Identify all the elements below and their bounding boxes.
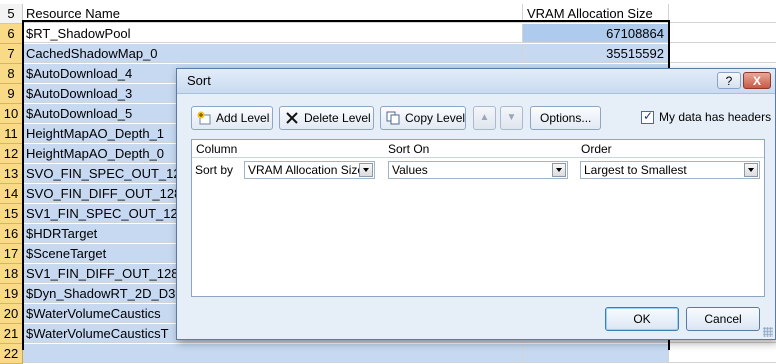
row-number[interactable]: 21 xyxy=(0,324,23,344)
options-button[interactable]: Options... xyxy=(530,106,602,130)
header-row: 5 Resource Name VRAM Allocation Size xyxy=(0,4,776,24)
sort-dialog: Sort ? X Add Level Delete Level Copy Lev… xyxy=(176,68,776,340)
column-header: Column xyxy=(196,142,238,156)
row-number[interactable]: 20 xyxy=(0,304,23,324)
copy-icon xyxy=(386,111,400,125)
row-number[interactable]: 15 xyxy=(0,204,23,224)
order-header: Order xyxy=(581,142,612,156)
empty-cell[interactable] xyxy=(669,4,776,23)
row-number[interactable]: 5 xyxy=(0,4,23,24)
sort-by-label: Sort by xyxy=(195,163,234,177)
table-row: 7 CachedShadowMap_0 35515592 xyxy=(0,44,776,64)
sort-on-select[interactable]: Values xyxy=(388,161,568,179)
column-select[interactable]: VRAM Allocation Size xyxy=(244,161,375,179)
empty-cell[interactable] xyxy=(669,44,776,63)
empty-cell[interactable] xyxy=(669,344,776,363)
row-number[interactable]: 7 xyxy=(0,44,23,64)
row-number[interactable]: 16 xyxy=(0,224,23,244)
row-number[interactable]: 10 xyxy=(0,104,23,124)
sort-level-row[interactable]: Sort by VRAM Allocation Size Values Larg… xyxy=(192,158,764,181)
dialog-title: Sort xyxy=(187,73,211,88)
row-number[interactable]: 17 xyxy=(0,244,23,264)
resource-name-cell[interactable]: $RT_ShadowPool xyxy=(23,24,523,43)
help-button[interactable]: ? xyxy=(717,72,741,89)
delete-level-label: Delete Level xyxy=(304,111,371,125)
column-select-value: VRAM Allocation Size xyxy=(248,163,365,177)
checkbox-label: My data has headers xyxy=(659,110,772,124)
row-number[interactable]: 13 xyxy=(0,164,23,184)
dialog-body: Add Level Delete Level Copy Level ▲ ▼ Op… xyxy=(177,94,775,339)
add-level-button[interactable]: Add Level xyxy=(191,106,273,130)
ok-button[interactable]: OK xyxy=(605,307,679,331)
sort-on-select-value: Values xyxy=(392,163,428,177)
move-down-icon[interactable]: ▼ xyxy=(500,106,523,130)
header-cell-resource-name[interactable]: Resource Name xyxy=(23,4,523,23)
chevron-down-icon[interactable] xyxy=(744,163,758,177)
row-number[interactable]: 9 xyxy=(0,84,23,104)
row-number[interactable]: 8 xyxy=(0,64,23,84)
add-level-label: Add Level xyxy=(216,111,270,125)
header-cell-vram-size[interactable]: VRAM Allocation Size xyxy=(523,4,669,23)
row-number[interactable]: 12 xyxy=(0,144,23,164)
cancel-button[interactable]: Cancel xyxy=(686,307,760,331)
row-number[interactable]: 14 xyxy=(0,184,23,204)
checkmark-icon: ✓ xyxy=(643,109,654,123)
resize-grip-icon[interactable] xyxy=(763,327,773,337)
checkbox-box[interactable]: ✓ xyxy=(641,109,654,124)
vram-size-cell[interactable]: 35515592 xyxy=(523,44,669,63)
table-row: 22 xyxy=(0,344,776,364)
move-up-icon[interactable]: ▲ xyxy=(473,106,496,130)
copy-level-button[interactable]: Copy Level xyxy=(380,106,466,130)
vram-size-cell[interactable]: 67108864 xyxy=(523,24,669,43)
row-number[interactable]: 11 xyxy=(0,124,23,144)
sort-on-header: Sort On xyxy=(388,142,430,156)
table-row: 6 $RT_ShadowPool 67108864 xyxy=(0,24,776,44)
resource-name-cell[interactable]: CachedShadowMap_0 xyxy=(23,44,523,63)
chevron-down-icon[interactable] xyxy=(552,163,566,177)
dialog-titlebar[interactable]: Sort ? X xyxy=(177,69,775,94)
delete-level-button[interactable]: Delete Level xyxy=(279,106,374,130)
empty-cell[interactable] xyxy=(669,24,776,43)
sort-levels-grid: Column Sort On Order Sort by VRAM Alloca… xyxy=(191,139,765,297)
row-number[interactable]: 6 xyxy=(0,24,23,44)
row-number[interactable]: 22 xyxy=(0,344,23,364)
add-level-icon xyxy=(197,111,211,125)
row-number[interactable]: 19 xyxy=(0,284,23,304)
chevron-down-icon[interactable] xyxy=(359,163,373,177)
grid-header: Column Sort On Order xyxy=(192,140,764,158)
delete-x-icon xyxy=(286,112,298,124)
copy-level-label: Copy Level xyxy=(405,111,466,125)
order-select[interactable]: Largest to Smallest xyxy=(580,161,760,179)
close-button[interactable]: X xyxy=(743,72,771,89)
order-select-value: Largest to Smallest xyxy=(584,163,687,177)
row-number[interactable]: 18 xyxy=(0,264,23,284)
vram-size-cell[interactable] xyxy=(523,344,669,363)
resource-name-cell[interactable] xyxy=(23,344,523,363)
